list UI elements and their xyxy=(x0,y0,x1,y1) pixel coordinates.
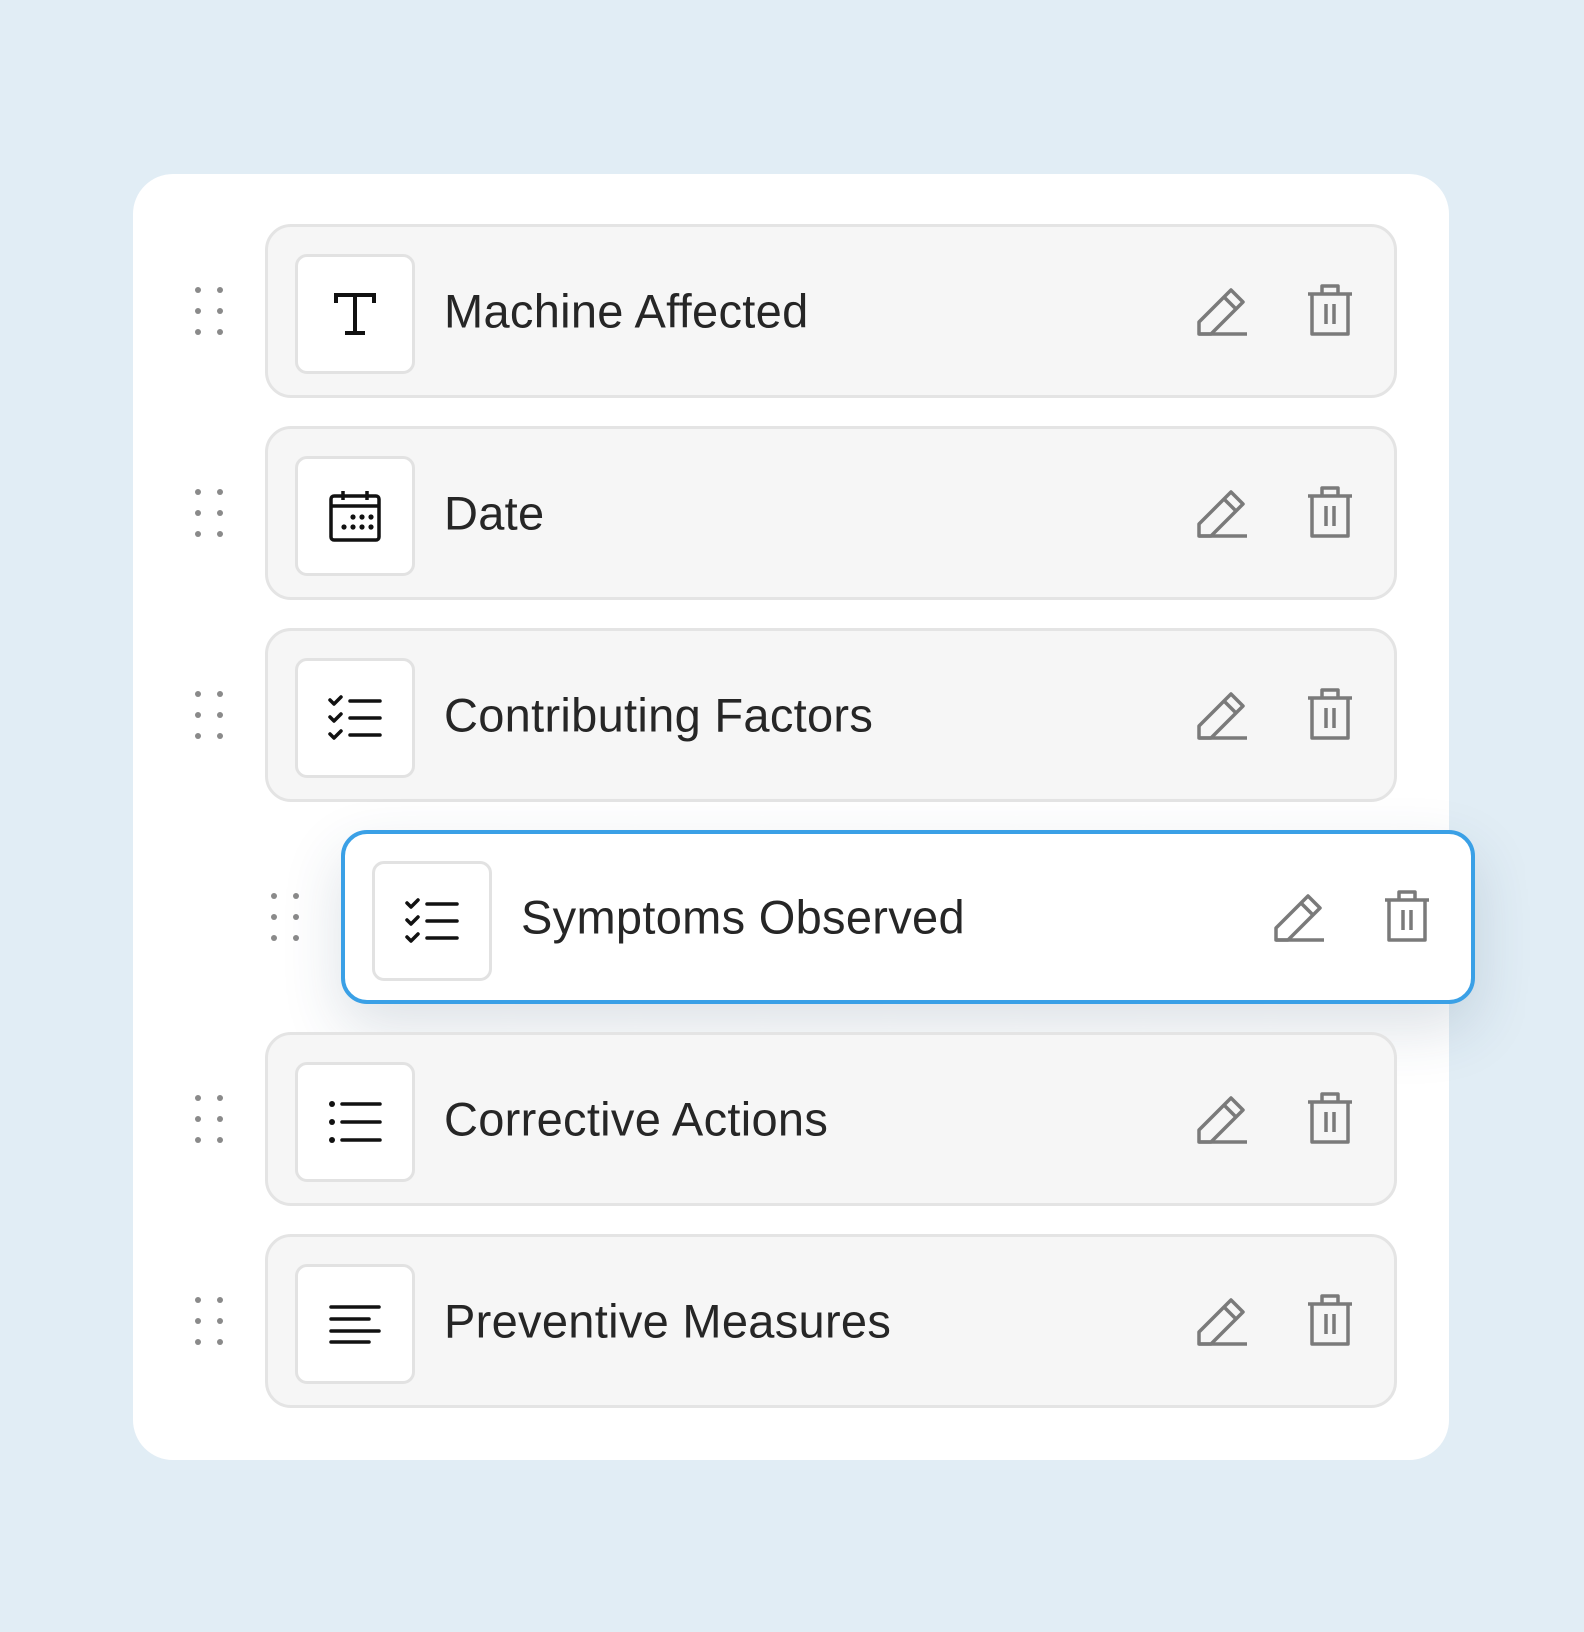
field-card: Date xyxy=(265,426,1397,600)
field-row-machine-affected[interactable]: Machine Affected xyxy=(195,224,1397,398)
trash-icon[interactable] xyxy=(1298,1087,1362,1151)
pencil-icon[interactable] xyxy=(1190,1289,1254,1353)
field-row-date[interactable]: Date xyxy=(195,426,1397,600)
field-row-corrective-actions[interactable]: Corrective Actions xyxy=(195,1032,1397,1206)
field-card-dragging: Symptoms Observed xyxy=(341,830,1475,1004)
field-card: Preventive Measures xyxy=(265,1234,1397,1408)
pencil-icon[interactable] xyxy=(1190,279,1254,343)
drag-handle-icon[interactable] xyxy=(195,1297,225,1345)
pencil-icon[interactable] xyxy=(1190,1087,1254,1151)
field-label: Corrective Actions xyxy=(444,1092,829,1146)
checklist-icon xyxy=(372,861,492,981)
drag-handle-icon[interactable] xyxy=(195,691,225,739)
checklist-icon xyxy=(295,658,415,778)
pencil-icon[interactable] xyxy=(1190,683,1254,747)
pencil-icon[interactable] xyxy=(1267,885,1331,949)
drag-handle-icon[interactable] xyxy=(195,287,225,335)
trash-icon[interactable] xyxy=(1298,279,1362,343)
drag-handle-icon[interactable] xyxy=(195,489,225,537)
bulleted-list-icon xyxy=(295,1062,415,1182)
drag-handle-icon[interactable] xyxy=(271,893,301,941)
trash-icon[interactable] xyxy=(1298,481,1362,545)
field-label: Preventive Measures xyxy=(444,1294,892,1348)
field-label: Contributing Factors xyxy=(444,688,874,742)
calendar-icon xyxy=(295,456,415,576)
trash-icon[interactable] xyxy=(1298,1289,1362,1353)
paragraph-icon xyxy=(295,1264,415,1384)
field-row-symptoms-observed[interactable]: Symptoms Observed xyxy=(271,830,1475,1004)
field-label: Machine Affected xyxy=(444,284,809,338)
drag-handle-icon[interactable] xyxy=(195,1095,225,1143)
trash-icon[interactable] xyxy=(1375,885,1439,949)
trash-icon[interactable] xyxy=(1298,683,1362,747)
field-row-contributing-factors[interactable]: Contributing Factors xyxy=(195,628,1397,802)
pencil-icon[interactable] xyxy=(1190,481,1254,545)
field-card: Corrective Actions xyxy=(265,1032,1397,1206)
field-label: Date xyxy=(444,486,545,540)
field-card: Contributing Factors xyxy=(265,628,1397,802)
field-card: Machine Affected xyxy=(265,224,1397,398)
field-row-preventive-measures[interactable]: Preventive Measures xyxy=(195,1234,1397,1408)
field-label: Symptoms Observed xyxy=(521,890,965,944)
text-type-icon xyxy=(295,254,415,374)
